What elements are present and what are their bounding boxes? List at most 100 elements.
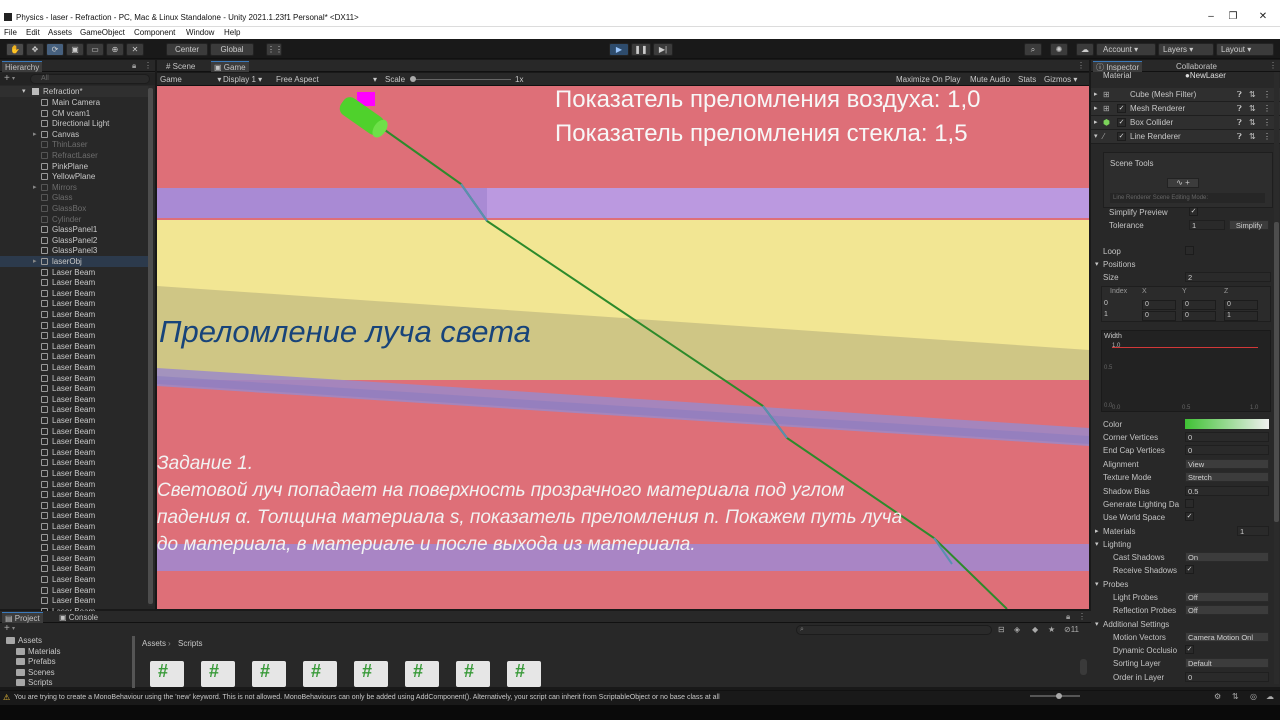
tab-project[interactable]: ▤ Project bbox=[2, 612, 43, 623]
hierarchy-item[interactable]: Laser Beam bbox=[0, 468, 150, 479]
more-icon[interactable]: ⋮ bbox=[1263, 104, 1271, 113]
lighting-row[interactable]: ▾ Lighting bbox=[1091, 538, 1280, 551]
inspector-field-input[interactable]: 0 bbox=[1185, 445, 1269, 456]
rotate-tool-icon[interactable]: ⟳ bbox=[46, 43, 64, 56]
expand-arrow-icon[interactable]: ▾ bbox=[22, 87, 26, 95]
hierarchy-item[interactable]: Laser Beam bbox=[0, 341, 150, 352]
hierarchy-item[interactable]: Laser Beam bbox=[0, 521, 150, 532]
hierarchy-item[interactable]: RefractLaser bbox=[0, 150, 150, 161]
zoom-toggle[interactable] bbox=[1080, 659, 1087, 675]
grid-snap-icon[interactable]: ⋮⋮ bbox=[266, 43, 283, 56]
hierarchy-item[interactable]: Laser Beam bbox=[0, 457, 150, 468]
project-folder[interactable]: Scenes bbox=[16, 668, 126, 678]
progress-icon[interactable]: ◎ bbox=[1250, 692, 1257, 701]
enabled-checkbox[interactable]: ✓ bbox=[1117, 104, 1126, 113]
display-mode-dropdown[interactable]: Game ▾ bbox=[160, 75, 221, 84]
materials-row[interactable]: ▸ Materials 1 bbox=[1091, 525, 1280, 538]
project-folder[interactable]: Scripts bbox=[16, 678, 126, 688]
more-icon[interactable]: ⋮ bbox=[1269, 61, 1277, 70]
tag-icon[interactable]: ◆ bbox=[1032, 625, 1038, 634]
component-mesh-filter[interactable]: ▸ ⊞ Cube (Mesh Filter) ❓︎ ⇅ ⋮ bbox=[1091, 88, 1280, 102]
preset-icon[interactable]: ⇅ bbox=[1249, 132, 1256, 141]
hierarchy-item[interactable]: Laser Beam bbox=[0, 479, 150, 490]
fold-icon[interactable]: ▸ bbox=[1094, 118, 1098, 126]
motion-vectors-dropdown[interactable]: Camera Motion Onl bbox=[1185, 632, 1269, 642]
hierarchy-item[interactable]: Glass bbox=[0, 192, 150, 203]
inspector-field-dropdown[interactable]: View bbox=[1185, 458, 1269, 469]
tab-hierarchy[interactable]: Hierarchy bbox=[2, 61, 43, 72]
tab-scene[interactable]: # Scene bbox=[163, 61, 198, 72]
menu-edit[interactable]: Edit bbox=[26, 28, 40, 37]
more-icon[interactable]: ⋮ bbox=[1263, 118, 1271, 127]
hierarchy-item[interactable]: Laser Beam bbox=[0, 373, 150, 384]
hierarchy-item[interactable]: PinkPlane bbox=[0, 161, 150, 172]
component-line-renderer[interactable]: ▾ ⁄ ✓ Line Renderer ❓︎ ⇅ ⋮ bbox=[1091, 130, 1280, 144]
fold-icon[interactable]: ▾ bbox=[1095, 540, 1099, 548]
step-button[interactable]: ▶| bbox=[653, 43, 673, 56]
rect-tool-icon[interactable]: ▭ bbox=[86, 43, 104, 56]
add-icon[interactable]: + bbox=[4, 623, 10, 634]
hierarchy-item[interactable]: YellowPlane bbox=[0, 171, 150, 182]
probes-row[interactable]: ▾ Probes bbox=[1091, 578, 1280, 591]
tab-game[interactable]: ▣ Game bbox=[211, 61, 249, 72]
hierarchy-item[interactable]: Laser Beam bbox=[0, 500, 150, 511]
positions-row[interactable]: ▾ Positions bbox=[1091, 258, 1280, 271]
scale-tool-icon[interactable]: ▣ bbox=[66, 43, 84, 56]
hierarchy-item[interactable]: Laser Beam bbox=[0, 426, 150, 437]
hierarchy-item[interactable]: Laser Beam bbox=[0, 351, 150, 362]
services-icon[interactable]: ✺ bbox=[1050, 43, 1068, 56]
dropdown-arrow-icon[interactable]: ▾ bbox=[12, 75, 15, 82]
network-icon[interactable]: ⇅ bbox=[1232, 692, 1239, 701]
fold-icon[interactable]: ▸ bbox=[1094, 104, 1098, 112]
breadcrumb-assets[interactable]: Assets bbox=[142, 639, 166, 648]
additional-settings-row[interactable]: ▾ Additional Settings bbox=[1091, 618, 1280, 631]
project-folder[interactable]: Prefabs bbox=[16, 657, 126, 667]
menu-assets[interactable]: Assets bbox=[48, 28, 72, 37]
layout-dropdown[interactable]: Layout ▾ bbox=[1216, 43, 1274, 56]
hierarchy-item[interactable]: Laser Beam bbox=[0, 510, 150, 521]
hierarchy-item[interactable]: CM vcam1 bbox=[0, 108, 150, 119]
filter-type-icon[interactable]: ⊟ bbox=[998, 625, 1005, 634]
position-value-input[interactable]: 0 bbox=[1224, 300, 1258, 310]
menu-window[interactable]: Window bbox=[186, 28, 214, 37]
expand-arrow-icon[interactable]: ▸ bbox=[33, 257, 37, 265]
dropdown-arrow-icon[interactable]: ▾ bbox=[12, 625, 15, 632]
hierarchy-item[interactable]: Laser Beam bbox=[0, 553, 150, 564]
hierarchy-item[interactable]: Laser Beam bbox=[0, 436, 150, 447]
hierarchy-item[interactable]: Laser Beam bbox=[0, 309, 150, 320]
sorting-layer-dropdown[interactable]: Default bbox=[1185, 658, 1269, 668]
help-icon[interactable]: ❓︎ bbox=[1237, 118, 1242, 128]
hierarchy-item[interactable]: Cylinder bbox=[0, 214, 150, 225]
scrollbar-thumb[interactable] bbox=[1274, 222, 1279, 522]
hierarchy-item[interactable]: Laser Beam bbox=[0, 447, 150, 458]
fold-icon[interactable]: ▾ bbox=[1095, 620, 1099, 628]
hierarchy-item[interactable]: Laser Beam bbox=[0, 330, 150, 341]
play-button[interactable]: ▶ bbox=[609, 43, 629, 56]
expand-arrow-icon[interactable]: ▸ bbox=[33, 183, 37, 191]
hierarchy-item[interactable]: Laser Beam bbox=[0, 298, 150, 309]
filter-label-icon[interactable]: ◈ bbox=[1014, 625, 1020, 634]
close-button[interactable]: ✕ bbox=[1252, 10, 1274, 24]
reflection-probes-dropdown[interactable]: Off bbox=[1185, 605, 1269, 615]
hand-tool-icon[interactable]: ✋ bbox=[6, 43, 24, 56]
hierarchy-item[interactable]: GlassPanel3 bbox=[0, 245, 150, 256]
color-gradient-field[interactable] bbox=[1185, 419, 1269, 429]
project-folder[interactable]: Assets bbox=[6, 636, 116, 646]
hierarchy-item[interactable]: Laser Beam bbox=[0, 563, 150, 574]
pivot-center-button[interactable]: Center bbox=[166, 43, 208, 56]
layers-dropdown[interactable]: Layers ▾ bbox=[1158, 43, 1214, 56]
maximize-on-play-button[interactable]: Maximize On Play bbox=[896, 75, 960, 84]
hierarchy-item[interactable]: ▸ Canvas bbox=[0, 129, 150, 140]
hierarchy-item[interactable]: Laser Beam bbox=[0, 277, 150, 288]
cast-shadows-dropdown[interactable]: On bbox=[1185, 552, 1269, 562]
enabled-checkbox[interactable]: ✓ bbox=[1117, 132, 1126, 141]
component-mesh-renderer[interactable]: ▸ ⊞ ✓ Mesh Renderer ❓︎ ⇅ ⋮ bbox=[1091, 102, 1280, 116]
hierarchy-item[interactable]: Laser Beam bbox=[0, 532, 150, 543]
width-curve[interactable]: Width 1.0 0.5 0.0 0.0 0.5 1.0 bbox=[1101, 330, 1271, 412]
hierarchy-item[interactable]: GlassBox bbox=[0, 203, 150, 214]
zoom-slider-handle[interactable] bbox=[1056, 693, 1062, 699]
position-value-input[interactable]: 0 bbox=[1182, 300, 1216, 310]
loop-checkbox[interactable] bbox=[1185, 246, 1194, 255]
scale-slider[interactable] bbox=[411, 79, 511, 80]
menu-file[interactable]: File bbox=[4, 28, 17, 37]
